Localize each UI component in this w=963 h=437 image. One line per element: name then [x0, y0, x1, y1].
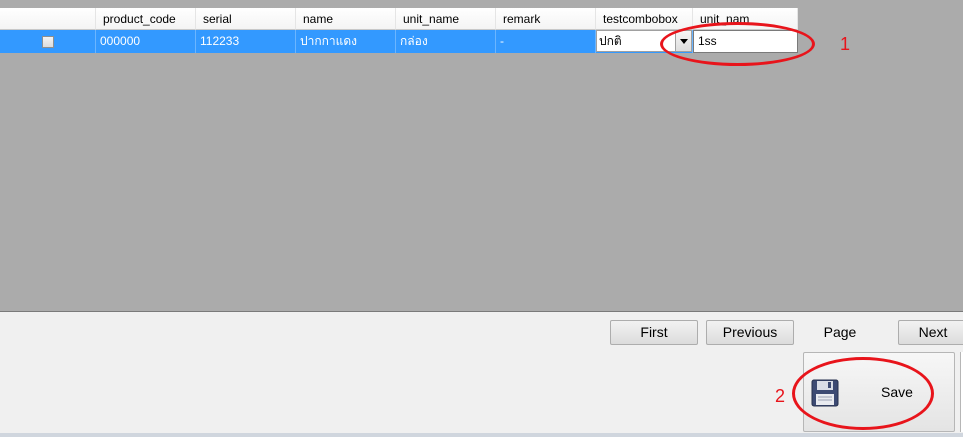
header-name[interactable]: name: [296, 8, 396, 30]
header-product-code[interactable]: product_code: [96, 8, 196, 30]
cell-product-code[interactable]: 000000: [96, 30, 196, 53]
grid-header-row: product_code serial name unit_name remar…: [0, 8, 798, 30]
bottom-strip: [0, 433, 963, 437]
next-button[interactable]: Next: [898, 320, 963, 345]
cell-name[interactable]: ปากกาแดง: [296, 30, 396, 53]
annotation-circle-2: [792, 357, 934, 430]
cell-remark[interactable]: -: [496, 30, 596, 53]
cell-unit-name[interactable]: กล่อง: [396, 30, 496, 53]
page-label: Page: [823, 324, 857, 340]
row-checkbox[interactable]: [41, 35, 54, 48]
row-checkbox-cell[interactable]: [0, 30, 96, 53]
annotation-number-1: 1: [840, 34, 851, 54]
cell-serial[interactable]: 112233: [196, 30, 296, 53]
annotation-circle-1: [660, 22, 815, 66]
header-remark[interactable]: remark: [496, 8, 596, 30]
annotation-number-2: 2: [775, 386, 786, 406]
data-grid-area: product_code serial name unit_name remar…: [0, 0, 963, 312]
header-serial[interactable]: serial: [196, 8, 296, 30]
header-testcombobox[interactable]: testcombobox: [596, 8, 693, 30]
first-button[interactable]: First: [610, 320, 698, 345]
header-unit-name[interactable]: unit_name: [396, 8, 496, 30]
previous-button[interactable]: Previous: [706, 320, 794, 345]
header-select: [0, 8, 96, 30]
